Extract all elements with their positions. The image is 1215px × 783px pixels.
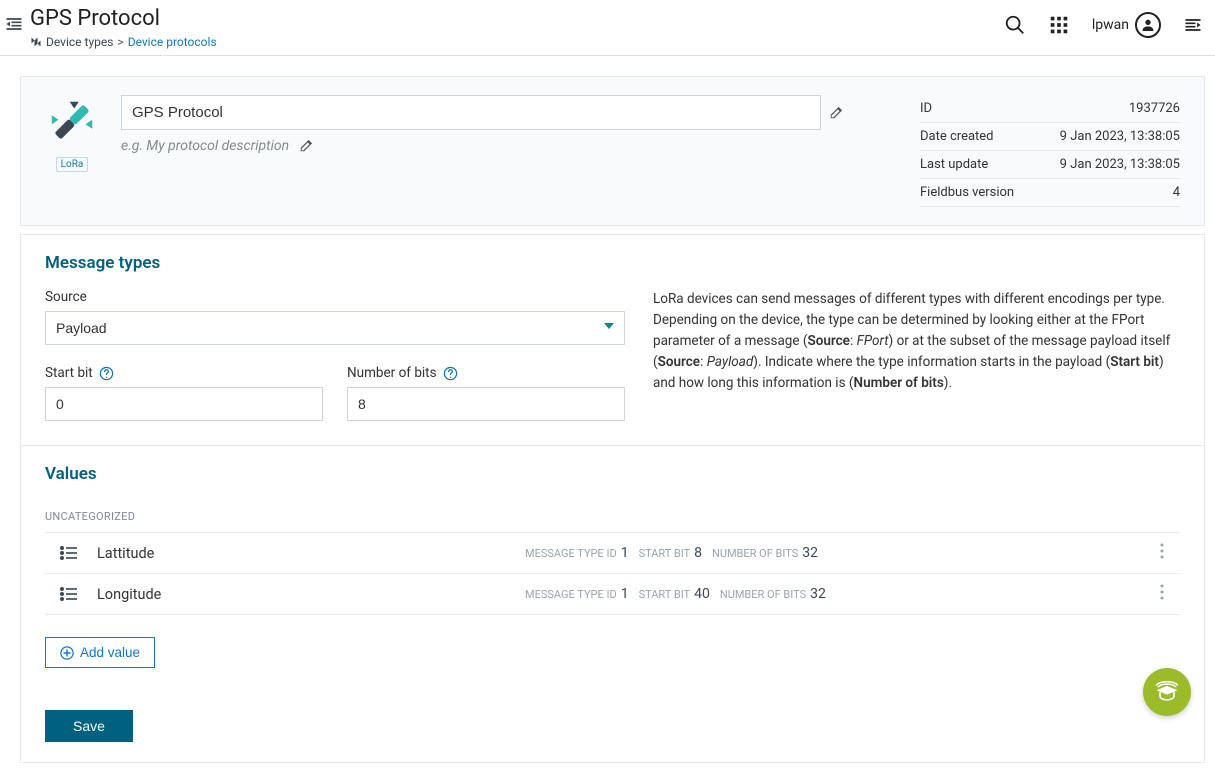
protocol-icon: [45, 137, 99, 153]
indent-icon[interactable]: [1183, 15, 1203, 35]
nbits-label: NUMBER OF BITS: [720, 588, 806, 601]
meta-created-label: Date created: [920, 129, 994, 144]
mtid-value: 1: [621, 545, 629, 561]
learning-fab[interactable]: [1143, 668, 1191, 716]
device-types-icon: [30, 36, 42, 48]
sbit-label: START BIT: [639, 547, 691, 560]
value-icon: [59, 545, 79, 561]
protocol-name-input[interactable]: [121, 95, 821, 130]
value-row[interactable]: Longitude MESSAGE TYPE ID 1 START BIT 40…: [45, 573, 1180, 615]
nbits-label: NUMBER OF BITS: [712, 547, 798, 560]
value-name: Longitude: [97, 586, 517, 603]
message-types-title: Message types: [21, 235, 1204, 285]
help-icon[interactable]: [99, 366, 114, 381]
message-types-help: LoRa devices can send messages of differ…: [653, 289, 1180, 421]
meta-fieldbus-label: Fieldbus version: [920, 185, 1014, 200]
start-bit-input[interactable]: [45, 387, 323, 421]
graduation-cap-icon: [1153, 678, 1181, 706]
add-value-button[interactable]: Add value: [45, 637, 155, 668]
values-title: Values: [21, 446, 1204, 496]
value-name: Lattitude: [97, 545, 517, 562]
start-bit-label: Start bit: [45, 365, 323, 381]
meta-id-value: 1937726: [1129, 101, 1180, 116]
pencil-icon[interactable]: [829, 106, 843, 120]
sbit-value: 8: [694, 545, 702, 561]
mtid-value: 1: [621, 586, 629, 602]
meta-table: ID 1937726 Date created 9 Jan 2023, 13:38:…: [920, 95, 1180, 207]
mtid-label: MESSAGE TYPE ID: [525, 547, 617, 560]
help-icon[interactable]: [443, 366, 458, 381]
meta-created-value: 9 Jan 2023, 13:38:05: [1060, 129, 1180, 144]
avatar: [1135, 12, 1161, 38]
sbit-label: START BIT: [639, 588, 691, 601]
meta-updated-value: 9 Jan 2023, 13:38:05: [1060, 157, 1180, 172]
meta-id-label: ID: [920, 101, 932, 116]
breadcrumb-current[interactable]: Device protocols: [128, 35, 217, 49]
value-icon: [59, 586, 79, 602]
kebab-menu-icon[interactable]: [1148, 584, 1176, 604]
sbit-value: 40: [694, 586, 710, 602]
pencil-icon[interactable]: [299, 139, 313, 153]
lora-badge: LoRa: [56, 157, 89, 172]
apps-grid-icon[interactable]: [1048, 14, 1070, 36]
source-label: Source: [45, 289, 625, 305]
breadcrumb-separator: >: [117, 35, 123, 49]
meta-updated-label: Last update: [920, 157, 988, 172]
meta-fieldbus-value: 4: [1173, 185, 1180, 200]
breadcrumb-root[interactable]: Device types: [46, 35, 113, 49]
search-icon[interactable]: [1004, 14, 1026, 36]
mtid-label: MESSAGE TYPE ID: [525, 588, 617, 601]
nbits-value: 32: [802, 545, 818, 561]
plus-circle-icon: [60, 646, 74, 660]
add-value-label: Add value: [80, 645, 140, 660]
source-select[interactable]: Payload: [45, 311, 625, 345]
user-menu[interactable]: lpwan: [1092, 12, 1161, 38]
description-placeholder[interactable]: e.g. My protocol description: [121, 138, 289, 154]
value-row[interactable]: Lattitude MESSAGE TYPE ID 1 START BIT 8 …: [45, 532, 1180, 574]
breadcrumb: Device types > Device protocols: [30, 35, 1004, 49]
outdent-icon[interactable]: [4, 14, 24, 34]
user-name: lpwan: [1092, 17, 1129, 33]
save-button[interactable]: Save: [45, 710, 133, 742]
values-group: UNCATEGORIZED: [45, 510, 1180, 523]
number-of-bits-input[interactable]: [347, 387, 625, 421]
page-title: GPS Protocol: [30, 6, 1004, 31]
nbits-value: 32: [810, 586, 826, 602]
kebab-menu-icon[interactable]: [1148, 543, 1176, 563]
number-of-bits-label: Number of bits: [347, 365, 625, 381]
